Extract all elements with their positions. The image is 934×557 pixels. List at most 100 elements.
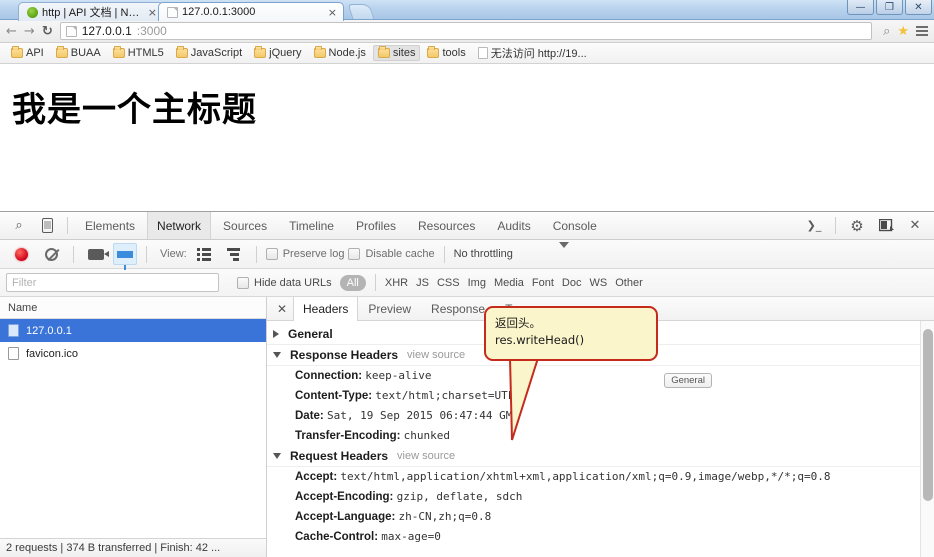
- tab-close-icon[interactable]: ×: [328, 7, 337, 18]
- view-source-link[interactable]: view source: [407, 349, 465, 361]
- bookmark-buaa[interactable]: BUAA: [51, 45, 106, 61]
- header-name: Accept:: [295, 471, 338, 483]
- document-icon: [8, 347, 19, 360]
- preserve-log-checkbox[interactable]: Preserve log: [265, 248, 345, 260]
- filter-type-all[interactable]: All: [339, 274, 366, 291]
- view-waterfall-button[interactable]: [221, 242, 247, 266]
- reload-icon[interactable]: ↻: [42, 25, 53, 38]
- filter-type-css[interactable]: CSS: [437, 277, 460, 289]
- devtools-tab-profiles[interactable]: Profiles: [346, 212, 406, 239]
- bookmark-jquery[interactable]: jQuery: [249, 45, 306, 61]
- chrome-menu-icon[interactable]: [916, 26, 928, 36]
- filter-type-other[interactable]: Other: [615, 277, 643, 289]
- header-name: Accept-Language:: [295, 511, 396, 523]
- bookmark-sites[interactable]: sites: [372, 45, 421, 61]
- bookmark-html5[interactable]: HTML5: [108, 45, 169, 61]
- dock-position-icon[interactable]: [873, 214, 899, 238]
- forward-icon[interactable]: →: [24, 25, 35, 38]
- folder-icon: [175, 46, 188, 58]
- header-row: Accept-Encoding: gzip, deflate, sdch: [267, 487, 934, 507]
- header-value: keep-alive: [365, 369, 432, 382]
- filter-toggle-button[interactable]: [113, 243, 137, 270]
- bookmark-label: Node.js: [328, 47, 366, 59]
- hide-data-urls-label: Hide data URLs: [254, 276, 332, 289]
- checkbox-icon: [348, 248, 361, 260]
- disable-cache-checkbox[interactable]: Disable cache: [348, 248, 435, 260]
- bookmark-tools[interactable]: tools: [422, 45, 470, 61]
- scrollbar-thumb[interactable]: [923, 329, 933, 501]
- detail-tab-headers[interactable]: Headers: [293, 297, 359, 321]
- request-rows: 127.0.0.1 favicon.ico: [0, 319, 266, 538]
- zoom-icon[interactable]: ⌕: [883, 25, 890, 38]
- devtools-toolbar: ⌕ Elements Network Sources Timeline Prof…: [0, 212, 934, 240]
- page-icon: [65, 25, 77, 37]
- header-value: Sat, 19 Sep 2015 06:47:44 GMT: [326, 409, 520, 422]
- section-request-headers[interactable]: Request Headers view source: [267, 446, 934, 467]
- filter-type-font[interactable]: Font: [532, 277, 554, 289]
- page-viewport: 我是一个主标题: [0, 64, 934, 224]
- minimize-button[interactable]: —: [847, 0, 874, 15]
- toolbar-divider: [443, 245, 445, 263]
- bookmark-unreachable-page[interactable]: 无法访问 http://19...: [473, 43, 592, 63]
- page-icon: [477, 47, 488, 59]
- devtools-tab-console[interactable]: Console: [543, 212, 607, 239]
- browser-tab-localhost[interactable]: 127.0.0.1:3000 ×: [158, 2, 344, 21]
- detail-tab-preview[interactable]: Preview: [358, 297, 421, 320]
- filter-type-ws[interactable]: WS: [589, 277, 607, 289]
- close-devtools-icon[interactable]: ✕: [902, 214, 928, 238]
- bookmark-javascript[interactable]: JavaScript: [171, 45, 247, 61]
- bookmark-api[interactable]: API: [6, 45, 49, 61]
- new-tab-button[interactable]: [347, 4, 375, 19]
- column-header-name: Name: [8, 301, 38, 314]
- record-icon: [14, 247, 28, 261]
- device-toolbar-icon[interactable]: [34, 214, 60, 238]
- devtools-tab-timeline[interactable]: Timeline: [279, 212, 344, 239]
- devtools-tab-sources[interactable]: Sources: [213, 212, 277, 239]
- toolbar-divider: [146, 245, 147, 263]
- throttling-select[interactable]: No throttling: [454, 248, 513, 260]
- devtools-tab-elements[interactable]: Elements: [75, 212, 145, 239]
- record-button[interactable]: [8, 242, 34, 266]
- header-value: zh-CN,zh;q=0.8: [398, 510, 492, 523]
- header-name: Date:: [295, 410, 324, 422]
- filter-input[interactable]: [6, 273, 219, 292]
- view-source-link[interactable]: view source: [397, 450, 455, 462]
- gear-icon[interactable]: ⚙: [844, 214, 870, 238]
- inspect-element-icon[interactable]: ⌕: [6, 214, 32, 238]
- maximize-button[interactable]: ❐: [876, 0, 903, 15]
- header-name: Connection:: [295, 370, 363, 382]
- bookmark-star-icon[interactable]: ★: [897, 24, 909, 39]
- devtools-tab-audits[interactable]: Audits: [487, 212, 540, 239]
- close-detail-icon[interactable]: ✕: [271, 297, 293, 320]
- header-row: Date: Sat, 19 Sep 2015 06:47:44 GMT: [267, 406, 934, 426]
- hide-data-urls-checkbox[interactable]: Hide data URLs: [237, 276, 332, 289]
- close-window-button[interactable]: ✕: [905, 0, 932, 15]
- filter-type-media[interactable]: Media: [494, 277, 524, 289]
- tab-close-icon[interactable]: ×: [148, 7, 157, 18]
- devtools-tab-resources[interactable]: Resources: [408, 212, 485, 239]
- filter-type-js[interactable]: JS: [416, 277, 429, 289]
- table-row[interactable]: favicon.ico: [0, 342, 266, 365]
- table-row[interactable]: 127.0.0.1: [0, 319, 266, 342]
- detail-scrollbar[interactable]: [920, 321, 934, 557]
- filter-type-doc[interactable]: Doc: [562, 277, 582, 289]
- bookmark-nodejs[interactable]: Node.js: [309, 45, 371, 61]
- filter-type-img[interactable]: Img: [468, 277, 486, 289]
- address-bar[interactable]: 127.0.0.1:3000: [59, 22, 873, 40]
- toolbar-divider: [374, 274, 376, 291]
- general-badge[interactable]: General: [664, 373, 712, 388]
- devtools-tab-network[interactable]: Network: [147, 212, 212, 239]
- bookmark-label: HTML5: [127, 47, 164, 59]
- view-list-button[interactable]: [191, 242, 217, 266]
- throttling-dropdown-button[interactable]: [558, 242, 569, 260]
- network-summary: 2 requests | 374 B transferred | Finish:…: [6, 542, 221, 554]
- clear-button[interactable]: [38, 242, 64, 266]
- preserve-log-label: Preserve log: [282, 248, 345, 260]
- back-icon[interactable]: ←: [6, 25, 17, 38]
- capture-screenshots-button[interactable]: [83, 242, 109, 266]
- filter-type-xhr[interactable]: XHR: [385, 277, 408, 289]
- console-drawer-icon[interactable]: ❯_: [801, 214, 827, 238]
- browser-tab-nodejs-docs[interactable]: http | API 文档 | Node.js ×: [18, 2, 164, 21]
- document-icon: [8, 324, 19, 337]
- section-title: General: [288, 327, 333, 341]
